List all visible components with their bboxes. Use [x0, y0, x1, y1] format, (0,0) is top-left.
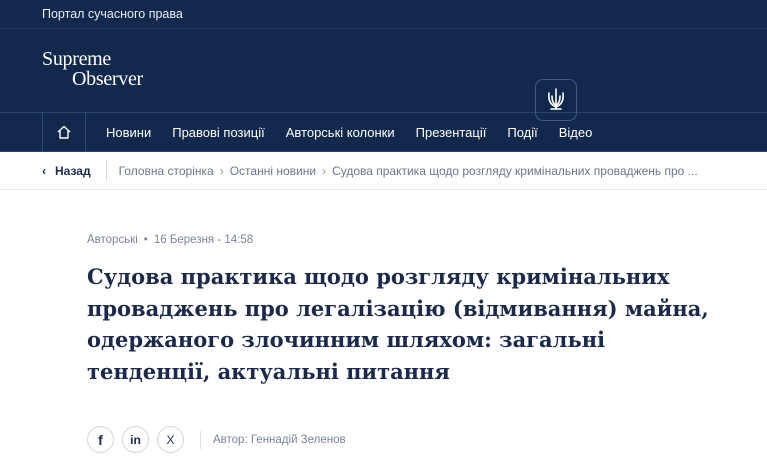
back-label: Назад: [55, 163, 91, 178]
meta-dot: •: [143, 234, 148, 246]
article-meta: Авторські • 16 Березня - 14:58: [87, 234, 253, 246]
divider: [105, 160, 107, 181]
nav-item-video[interactable]: Відео: [559, 125, 593, 140]
nav-item-legal-positions[interactable]: Правові позиції: [172, 125, 265, 140]
facebook-icon: f: [98, 431, 103, 448]
breadcrumb: ‹ Назад Головна сторінка › Останні новин…: [0, 152, 767, 190]
trident-icon: [535, 79, 577, 121]
chevron-right-icon: ›: [322, 163, 327, 178]
article-author[interactable]: Автор: Геннадій Зеленов: [213, 434, 346, 446]
logo-line-1: Supreme: [42, 48, 111, 70]
home-icon: [57, 125, 71, 139]
linkedin-share-button[interactable]: in: [122, 426, 149, 453]
back-link[interactable]: ‹ Назад: [42, 164, 91, 178]
article-category[interactable]: Авторські: [87, 234, 138, 246]
nav-item-events[interactable]: Події: [507, 125, 537, 140]
nav-item-presentations[interactable]: Презентації: [416, 125, 487, 140]
breadcrumb-item-current: Судова практика щодо розгляду кримінальн…: [332, 163, 698, 178]
chevron-left-icon: ‹: [42, 163, 46, 178]
site-header: Supreme Observer: [0, 29, 767, 121]
breadcrumb-item-latest-news[interactable]: Останні новини: [230, 164, 316, 178]
site-logo[interactable]: Supreme Observer: [42, 49, 143, 89]
chevron-right-icon: ›: [219, 163, 224, 178]
main-nav: Новини Правові позиції Авторські колонки…: [0, 112, 767, 152]
top-bar: Портал сучасного права: [0, 0, 767, 29]
article-title: Судова практика щодо розгляду кримінальн…: [87, 264, 709, 384]
home-button[interactable]: [42, 112, 86, 152]
x-icon: X: [166, 432, 175, 447]
logo-line-2: Observer: [72, 68, 143, 90]
facebook-share-button[interactable]: f: [87, 426, 114, 453]
share-bar: f in X Автор: Геннадій Зеленов: [87, 426, 346, 453]
nav-item-author-columns[interactable]: Авторські колонки: [286, 125, 395, 140]
x-share-button[interactable]: X: [157, 426, 184, 453]
divider: [200, 430, 201, 449]
nav-item-news[interactable]: Новини: [106, 125, 151, 140]
breadcrumb-item-home[interactable]: Головна сторінка: [119, 164, 214, 178]
linkedin-icon: in: [130, 432, 141, 447]
article-date: 16 Березня - 14:58: [153, 234, 254, 246]
site-tagline: Портал сучасного права: [42, 7, 183, 21]
